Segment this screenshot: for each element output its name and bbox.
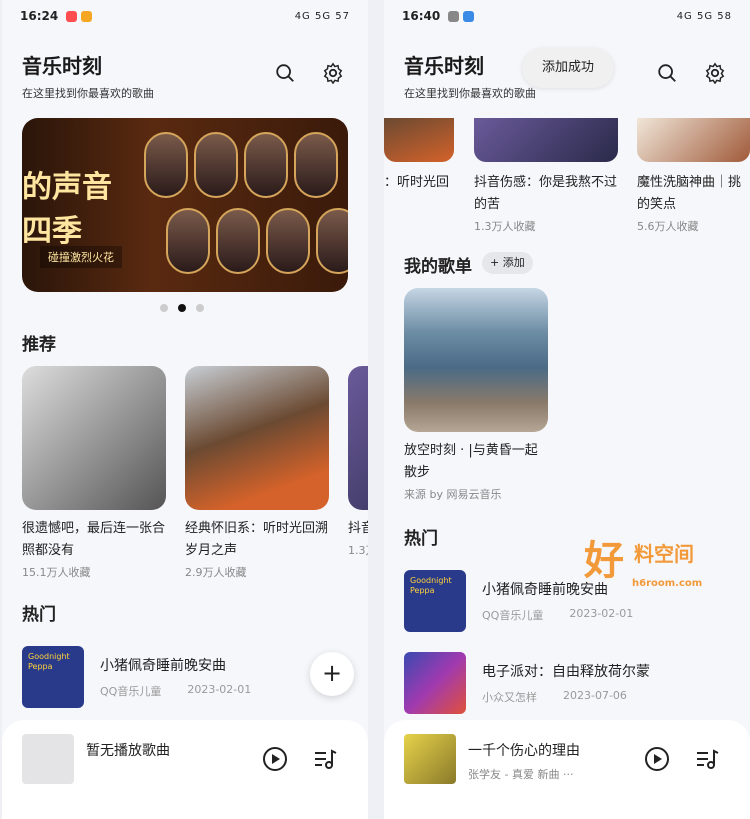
playlist-queue-icon[interactable] <box>312 746 338 772</box>
playlist-name: 抖音伤感 <box>348 521 368 536</box>
player-subtitle: 张学友 - 真爱 新曲 ··· <box>468 768 574 781</box>
watermark-text: 料空间 <box>634 542 694 566</box>
section-title-my-playlist: 我的歌单 <box>404 257 472 277</box>
playlist-name: ：听时光回 <box>384 175 450 190</box>
playlist-favorites: 1.3万人收藏 <box>474 220 536 233</box>
carousel-dot[interactable] <box>160 304 168 312</box>
status-indicators: 4G 5G 57 <box>294 10 350 22</box>
my-playlist-card[interactable]: 放空时刻 · |与黄昏一起散步 来源 by 网易云音乐 <box>404 288 548 502</box>
status-bar: 16:40 4G 5G 58 <box>384 0 750 32</box>
banner-headline-2: 四季 <box>22 214 82 249</box>
playlist-name: 很遗憾吧，最后连一张合照都没有 <box>22 521 166 558</box>
song-row[interactable]: 电子派对：自由释放荷尔蒙 小众又怎样 2023-07-06 <box>404 652 730 714</box>
playlist-name: 放空时刻 · |与黄昏一起散步 <box>404 443 538 480</box>
song-cover: Goodnight Peppa <box>404 570 466 632</box>
status-time: 16:40 <box>402 9 441 23</box>
playlist-queue-icon[interactable] <box>694 746 720 772</box>
song-cover <box>404 652 466 714</box>
artist-portrait <box>244 132 288 198</box>
song-date: 2023-02-01 <box>569 607 634 620</box>
playlist-card[interactable]: ：听时光回 <box>384 118 454 194</box>
app-notification-icon <box>81 10 93 22</box>
app-notification-icon <box>463 10 475 22</box>
play-icon[interactable] <box>644 746 670 772</box>
status-time: 16:24 <box>20 9 59 23</box>
playlist-favorites: 2.9万人收藏 <box>185 566 247 579</box>
section-title-recommend: 推荐 <box>22 335 56 355</box>
carousel-dot-active[interactable] <box>178 304 186 312</box>
settings-gear-icon[interactable] <box>704 62 726 85</box>
playlist-source: 来源 by 网易云音乐 <box>404 488 502 501</box>
artist-portrait <box>266 208 310 274</box>
song-date: 2023-07-06 <box>563 689 627 702</box>
song-date: 2023-02-01 <box>187 683 252 696</box>
player-title: 暂无播放歌曲 <box>86 743 170 759</box>
player-cover <box>404 734 456 784</box>
section-title-hot: 热门 <box>22 605 56 625</box>
status-indicators: 4G 5G 58 <box>676 10 732 22</box>
promo-banner[interactable]: 的声音 四季 碰撞激烈火花 <box>22 118 348 292</box>
artist-portrait <box>194 132 238 198</box>
artist-portrait <box>144 132 188 198</box>
playlist-cover <box>384 118 454 162</box>
playlist-cover <box>348 366 368 510</box>
playlist-cover <box>185 366 329 510</box>
playlist-cover <box>474 118 618 162</box>
app-notification-icon <box>448 10 460 22</box>
playlist-cover <box>637 118 750 162</box>
song-cover: Goodnight Peppa <box>22 646 84 708</box>
artist-portrait <box>216 208 260 274</box>
playlist-cover <box>404 288 548 432</box>
song-title: 电子派对：自由释放荷尔蒙 <box>482 664 650 680</box>
mini-player[interactable]: 暂无播放歌曲 <box>2 720 368 819</box>
banner-tagline: 碰撞激烈火花 <box>40 246 122 268</box>
play-icon[interactable] <box>262 746 288 772</box>
status-bar: 16:24 4G 5G 57 <box>2 0 368 32</box>
watermark-url: h6room.com <box>632 578 703 589</box>
carousel-indicator <box>160 304 204 312</box>
page-header: 音乐时刻 在这里找到你最喜欢的歌曲 <box>22 50 348 101</box>
song-artist: 小众又怎样 <box>482 691 537 704</box>
banner-headline: 的声音 <box>22 170 112 205</box>
playlist-favorites: 5.6万人收藏 <box>637 220 699 233</box>
page-title: 音乐时刻 <box>22 54 102 78</box>
app-notification-icon <box>66 10 78 22</box>
watermark: 好 料空间 h6room.com <box>584 528 702 589</box>
search-icon[interactable] <box>274 62 296 84</box>
carousel-dot[interactable] <box>196 304 204 312</box>
page-subtitle: 在这里找到你最喜欢的歌曲 <box>22 87 154 100</box>
song-artist: QQ音乐儿童 <box>100 685 162 698</box>
player-title: 一千个伤心的理由 <box>468 743 580 759</box>
toast-message: 添加成功 <box>522 48 614 88</box>
playlist-card[interactable]: 经典怀旧系：听时光回溯岁月之声 2.9万人收藏 <box>185 366 329 580</box>
song-row[interactable]: Goodnight Peppa 小猪佩奇睡前晚安曲 QQ音乐儿童 2023-02… <box>22 646 348 708</box>
playlist-name: 经典怀旧系：听时光回溯岁月之声 <box>185 521 329 558</box>
playlist-cover <box>22 366 166 510</box>
song-artist: QQ音乐儿童 <box>482 609 544 622</box>
search-icon[interactable] <box>656 62 678 84</box>
playlist-card[interactable]: 很遗憾吧，最后连一张合照都没有 15.1万人收藏 <box>22 366 166 580</box>
artist-portrait <box>166 208 210 274</box>
section-title-hot: 热门 <box>404 529 438 549</box>
playlist-card[interactable]: 抖音伤感：你是我熬不过的苦 1.3万人收藏 <box>474 118 618 234</box>
watermark-glyph: 好 <box>584 538 624 584</box>
playlist-name: 抖音伤感：你是我熬不过的苦 <box>474 175 618 212</box>
mini-player[interactable]: 一千个伤心的理由 张学友 - 真爱 新曲 ··· <box>384 720 750 819</box>
add-floating-button[interactable]: + <box>310 652 354 696</box>
playlist-card[interactable]: 魔性洗脑神曲｜挑的笑点 5.6万人收藏 <box>637 118 750 234</box>
artist-portrait <box>294 132 338 198</box>
playlist-favorites: 15.1万人收藏 <box>22 566 91 579</box>
song-title: 小猪佩奇睡前晚安曲 <box>100 658 226 674</box>
player-cover <box>22 734 74 784</box>
right-screen: 16:40 4G 5G 58 音乐时刻 在这里找到你最喜欢的歌曲 添加成功 ：听… <box>384 0 750 819</box>
left-screen: 16:24 4G 5G 57 音乐时刻 在这里找到你最喜欢的歌曲 的声音 四季 … <box>2 0 368 819</box>
artist-portrait <box>316 208 348 274</box>
playlist-favorites: 1.3万 <box>348 544 368 557</box>
add-playlist-button[interactable]: + 添加 <box>482 252 533 274</box>
playlist-name: 魔性洗脑神曲｜挑的笑点 <box>637 175 742 212</box>
settings-gear-icon[interactable] <box>322 62 344 85</box>
playlist-card[interactable]: 抖音伤感 1.3万 <box>348 366 368 558</box>
